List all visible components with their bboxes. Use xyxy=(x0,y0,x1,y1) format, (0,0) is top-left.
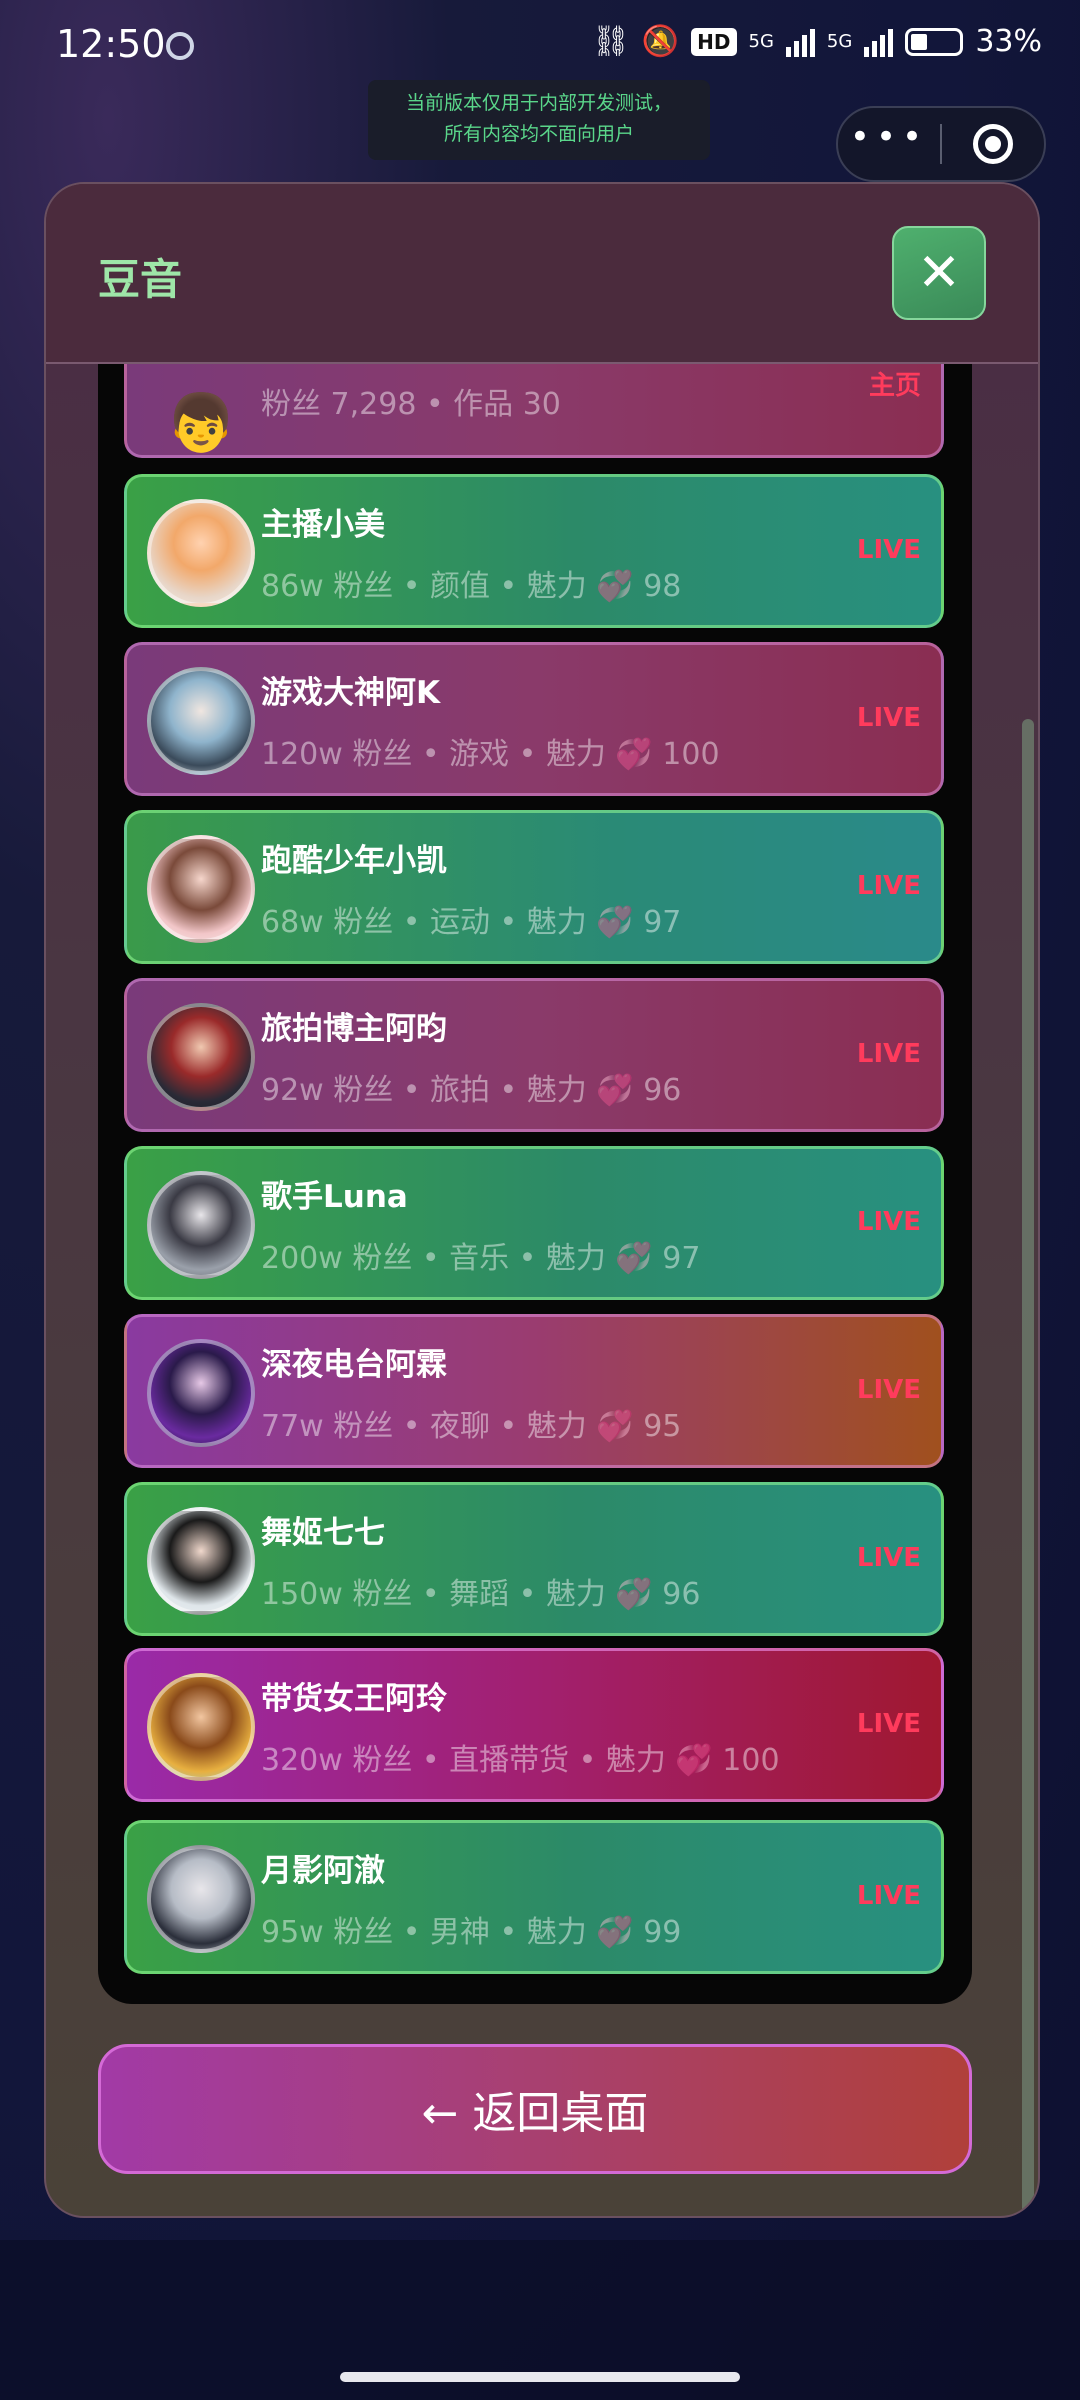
avatar xyxy=(147,1845,255,1953)
dev-notice: 当前版本仅用于内部开发测试， 所有内容均不面向用户 xyxy=(368,80,710,160)
network-5g-label: 5G xyxy=(748,31,774,52)
avatar xyxy=(147,1673,255,1781)
live-badge: LIVE xyxy=(856,535,921,565)
streamer-meta: 77w 粉丝 • 夜聊 • 魅力 💞 95 xyxy=(261,1409,682,1444)
list-item[interactable]: 月影阿澈 95w 粉丝 • 男神 • 魅力 💞 99 LIVE xyxy=(124,1820,944,1974)
live-badge: LIVE xyxy=(856,703,921,733)
close-button[interactable]: ✕ xyxy=(892,226,986,320)
network-5g-label-2: 5G xyxy=(826,31,853,52)
avatar xyxy=(147,1003,255,1111)
signal-icon-2 xyxy=(864,27,894,57)
profile-avatar: 👦 xyxy=(166,391,236,456)
list-item-profile[interactable]: 👦 粉丝 7,298 • 作品 30 主页 xyxy=(124,364,944,458)
streamer-name: 月影阿澈 xyxy=(261,1853,385,1889)
streamer-meta: 86w 粉丝 • 颜值 • 魅力 💞 98 xyxy=(261,569,682,604)
miniprogram-capsule: ••• xyxy=(836,106,1046,182)
list-item[interactable]: 游戏大神阿K 120w 粉丝 • 游戏 • 魅力 💞 100 LIVE xyxy=(124,642,944,796)
scrollbar[interactable] xyxy=(1022,719,1034,2216)
status-time: 12:50 xyxy=(56,22,166,66)
streamer-meta: 320w 粉丝 • 直播带货 • 魅力 💞 100 xyxy=(261,1743,780,1778)
avatar xyxy=(147,499,255,607)
target-icon xyxy=(972,124,1013,164)
profile-tag: 主页 xyxy=(868,371,921,401)
mute-bell-icon: 🔕 xyxy=(641,24,680,59)
live-badge: LIVE xyxy=(856,871,921,901)
avatar xyxy=(147,1339,255,1447)
close-icon: ✕ xyxy=(917,243,961,303)
app-activity-icon xyxy=(166,32,194,60)
avatar xyxy=(147,667,255,775)
link-icon: ⛓ xyxy=(591,24,630,59)
streamer-name: 游戏大神阿K xyxy=(261,675,441,711)
avatar xyxy=(147,1171,255,1279)
streamer-name: 带货女王阿玲 xyxy=(261,1681,447,1717)
list-item[interactable]: 舞姬七七 150w 粉丝 • 舞蹈 • 魅力 💞 96 LIVE xyxy=(124,1482,944,1636)
live-badge: LIVE xyxy=(856,1881,921,1911)
streamer-name: 跑酷少年小凯 xyxy=(261,843,447,879)
streamer-list[interactable]: 👦 粉丝 7,298 • 作品 30 主页 主播小美 86w 粉丝 • 颜值 •… xyxy=(98,364,972,2004)
hd-badge: HD xyxy=(691,27,737,56)
streamer-name: 旅拍博主阿昀 xyxy=(261,1011,447,1047)
signal-icon xyxy=(785,27,815,57)
streamer-meta: 95w 粉丝 • 男神 • 魅力 💞 99 xyxy=(261,1915,682,1950)
streamer-meta: 68w 粉丝 • 运动 • 魅力 💞 97 xyxy=(261,905,682,940)
list-item[interactable]: 带货女王阿玲 320w 粉丝 • 直播带货 • 魅力 💞 100 LIVE xyxy=(124,1648,944,1802)
streamer-name: 歌手Luna xyxy=(261,1179,408,1215)
status-icons: ⛓ 🔕 HD 5G 5G 33% xyxy=(592,24,1042,59)
avatar xyxy=(147,1507,255,1615)
streamer-name: 主播小美 xyxy=(261,507,385,543)
live-badge: LIVE xyxy=(856,1207,921,1237)
live-badge: LIVE xyxy=(856,1543,921,1573)
more-icon[interactable]: ••• xyxy=(838,120,940,168)
app-modal: 豆音 ✕ 👦 粉丝 7,298 • 作品 30 主页 主播小美 86w 粉丝 •… xyxy=(44,182,1040,2218)
list-item[interactable]: 深夜电台阿霖 77w 粉丝 • 夜聊 • 魅力 💞 95 LIVE xyxy=(124,1314,944,1468)
modal-title: 豆音 xyxy=(98,255,183,304)
list-item[interactable]: 旅拍博主阿昀 92w 粉丝 • 旅拍 • 魅力 💞 96 LIVE xyxy=(124,978,944,1132)
battery-icon xyxy=(905,27,964,56)
list-item[interactable]: 跑酷少年小凯 68w 粉丝 • 运动 • 魅力 💞 97 LIVE xyxy=(124,810,944,964)
close-miniprogram-button[interactable] xyxy=(942,124,1044,164)
streamer-meta: 200w 粉丝 • 音乐 • 魅力 💞 97 xyxy=(261,1241,701,1276)
list-item[interactable]: 歌手Luna 200w 粉丝 • 音乐 • 魅力 💞 97 LIVE xyxy=(124,1146,944,1300)
streamer-meta: 120w 粉丝 • 游戏 • 魅力 💞 100 xyxy=(261,737,720,772)
list-item[interactable]: 主播小美 86w 粉丝 • 颜值 • 魅力 💞 98 LIVE xyxy=(124,474,944,628)
modal-header: 豆音 ✕ xyxy=(46,184,1038,364)
back-to-desktop-button[interactable]: ← 返回桌面 xyxy=(98,2044,972,2174)
dev-notice-line2: 所有内容均不面向用户 xyxy=(443,123,634,145)
dev-notice-line1: 当前版本仅用于内部开发测试， xyxy=(405,92,672,114)
home-indicator[interactable] xyxy=(340,2372,740,2382)
streamer-meta: 92w 粉丝 • 旅拍 • 魅力 💞 96 xyxy=(261,1073,682,1108)
live-badge: LIVE xyxy=(856,1709,921,1739)
streamer-meta: 150w 粉丝 • 舞蹈 • 魅力 💞 96 xyxy=(261,1577,701,1612)
battery-level: 33% xyxy=(975,24,1042,59)
live-badge: LIVE xyxy=(856,1375,921,1405)
profile-meta: 粉丝 7,298 • 作品 30 xyxy=(261,387,561,422)
live-badge: LIVE xyxy=(856,1039,921,1069)
streamer-name: 舞姬七七 xyxy=(261,1515,385,1551)
avatar xyxy=(147,835,255,943)
streamer-name: 深夜电台阿霖 xyxy=(261,1347,447,1383)
